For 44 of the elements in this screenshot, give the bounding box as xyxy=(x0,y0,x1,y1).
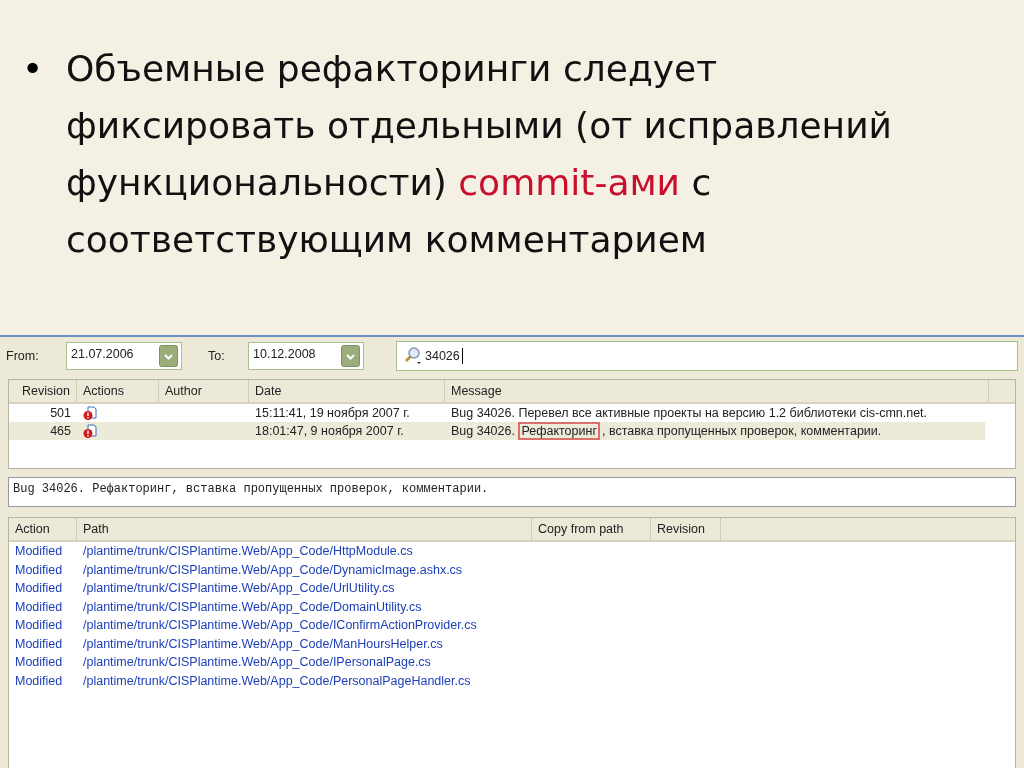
column-header[interactable]: Author xyxy=(159,380,249,402)
message-cell-text: Bug 34026. Рефакторинг , вставка пропущенных проверок, комментарии. xyxy=(450,422,883,440)
path-cell-text: /plantime/trunk/CISPlantime.Web/App_Code/UrlUtility.cs xyxy=(82,581,396,596)
path-cell-text: /plantime/trunk/CISPlantime.Web/App_Code/DynamicImage.ashx.cs xyxy=(82,562,464,577)
column-header[interactable]: Action xyxy=(9,518,77,540)
document-error-icon xyxy=(83,423,97,439)
to-date-field[interactable]: 10.12.2008 xyxy=(248,342,364,370)
column-header[interactable]: Message xyxy=(445,380,989,402)
revision-cell-text: 501 xyxy=(49,406,72,420)
date-cell-text: 18:01:47, 9 ноября 2007 г. xyxy=(254,424,405,438)
action-cell-text: Modified xyxy=(14,655,64,670)
revision-cell-text: 465 xyxy=(49,424,72,438)
column-header[interactable]: Revision xyxy=(9,380,77,402)
column-header[interactable]: Revision xyxy=(651,518,721,540)
column-header[interactable]: Copy from path xyxy=(532,518,651,540)
action-cell-text: Modified xyxy=(14,544,64,559)
path-cell-text: /plantime/trunk/CISPlantime.Web/App_Code/PersonalPageHandler.cs xyxy=(82,673,472,688)
action-cell-text: Modified xyxy=(14,618,64,633)
dropdown-icon[interactable] xyxy=(341,345,360,367)
action-cell-text: Modified xyxy=(14,562,64,577)
path-cell-text: /plantime/trunk/CISPlantime.Web/App_Code/ManHoursHelper.cs xyxy=(82,636,444,651)
column-header[interactable]: Actions xyxy=(77,380,159,402)
search-field[interactable]: 34026 xyxy=(396,341,1018,371)
path-cell-text: /plantime/trunk/CISPlantime.Web/App_Code/IPersonalPage.cs xyxy=(82,655,432,670)
bullet-text: Объемные рефакторинги следует фиксировать отдельными (от исправлений функциональности) commit-ами с соответствующим комментарием xyxy=(66,47,893,262)
dropdown-icon[interactable] xyxy=(159,345,178,367)
message-text-area[interactable]: Bug 34026. Рефакторинг, вставка пропущенных проверок, комментарии. xyxy=(8,477,1016,507)
column-header[interactable]: Path xyxy=(77,518,532,540)
from-date-field[interactable]: 21.07.2006 xyxy=(66,342,182,370)
action-cell-text: Modified xyxy=(14,599,64,614)
document-error-icon xyxy=(83,405,97,421)
from-label: From: xyxy=(6,349,40,363)
action-cell-text: Modified xyxy=(14,673,64,688)
search-icon[interactable] xyxy=(403,347,423,365)
action-cell-text: Modified xyxy=(14,581,64,596)
to-label: To: xyxy=(207,349,226,363)
path-cell-text: /plantime/trunk/CISPlantime.Web/App_Code/DomainUtility.cs xyxy=(82,599,423,614)
date-cell-text: 15:11:41, 19 ноября 2007 г. xyxy=(254,406,411,420)
message-cell-text: Bug 34026. Перевел все активные проекты на версию 1.2 библиотеки cis-cmn.net. xyxy=(450,406,929,420)
path-cell-text: /plantime/trunk/CISPlantime.Web/App_Code/IConfirmActionProvider.cs xyxy=(82,618,478,633)
action-cell-text: Modified xyxy=(14,636,64,651)
column-header[interactable]: Date xyxy=(249,380,445,402)
path-cell-text: /plantime/trunk/CISPlantime.Web/App_Code/HttpModule.cs xyxy=(82,544,414,559)
bullet-mark: • xyxy=(22,47,45,91)
